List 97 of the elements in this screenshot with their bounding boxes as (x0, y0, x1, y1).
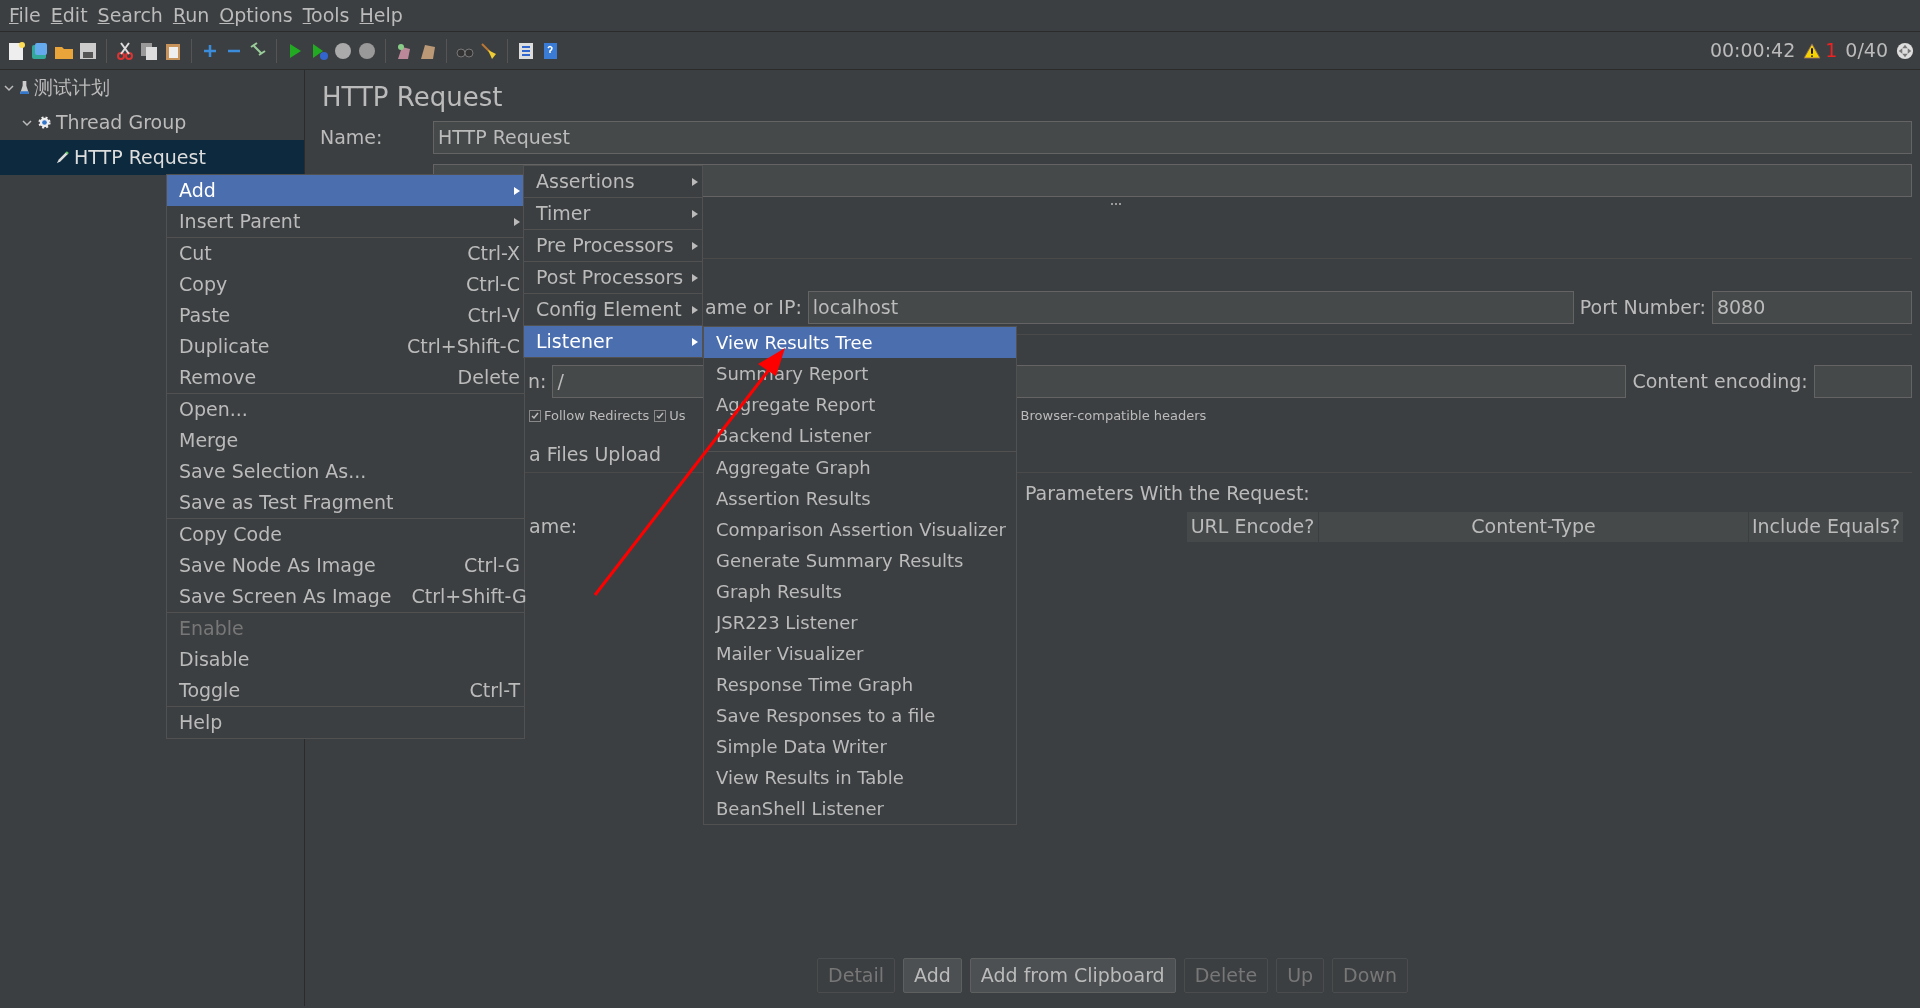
status-indicator-icon (1896, 41, 1914, 60)
shortcut-label: Ctrl-C (465, 272, 520, 298)
menu-item[interactable]: Options (214, 1, 298, 30)
pencil-icon (55, 150, 70, 165)
menu-item[interactable]: Insert Parent (167, 206, 524, 237)
menu-item[interactable]: Assertion Results (704, 483, 1016, 514)
menu-item[interactable]: Save as Test Fragment (167, 487, 524, 518)
menu-item[interactable]: Edit (45, 1, 93, 30)
menu-item[interactable]: Simple Data Writer (704, 731, 1016, 762)
menu-item[interactable]: Help (354, 1, 408, 30)
panel-title: HTTP Request (322, 81, 504, 114)
server-field[interactable]: localhost (807, 291, 1574, 324)
name-label: Name: (320, 125, 384, 151)
menu-item[interactable]: BeanShell Listener (704, 793, 1016, 824)
menu-item[interactable]: Merge (167, 425, 524, 456)
shortcut-label: Ctrl+Shift-G (410, 584, 527, 610)
menu-item[interactable]: Aggregate Graph (704, 452, 1016, 483)
checkbox-label: Follow Redirects (544, 407, 650, 425)
port-label: Port Number: (1579, 295, 1706, 321)
tree-item[interactable]: 测试计划 (34, 73, 110, 102)
menu-item[interactable]: Generate Summary Results (704, 545, 1016, 576)
templates-icon[interactable] (30, 40, 50, 61)
menu-item[interactable]: JSR223 Listener (704, 607, 1016, 638)
menu-item[interactable]: Listener (524, 326, 702, 357)
menu-item[interactable]: Run (167, 1, 215, 30)
menu-item[interactable]: Save Responses to a file (704, 700, 1016, 731)
menu-item[interactable]: Search (92, 1, 168, 30)
menu-item[interactable]: Disable (167, 644, 524, 675)
menu-item[interactable]: Save Screen As Image Ctrl+Shift-G (167, 581, 524, 612)
shutdown-icon[interactable] (357, 40, 377, 61)
menu-item[interactable]: Help (167, 707, 524, 738)
checkbox[interactable] (654, 409, 667, 422)
menu-item[interactable]: Save Selection As... (167, 456, 524, 487)
column-header[interactable]: ame: (529, 512, 578, 541)
menu-item[interactable]: Duplicate Ctrl+Shift-C (167, 331, 524, 362)
menu-item[interactable]: Tools (297, 1, 355, 30)
port-field[interactable]: 8080 (1711, 291, 1912, 324)
shortcut-label: Delete (456, 365, 520, 391)
shortcut-label: Ctrl-T (468, 678, 520, 704)
copy-icon[interactable] (139, 40, 159, 61)
menu-item[interactable]: Graph Results (704, 576, 1016, 607)
checkbox-label: Us (669, 407, 686, 425)
menu-item[interactable]: View Results Tree (704, 327, 1016, 358)
menu-item[interactable]: Assertions (524, 166, 702, 197)
gear-icon (37, 115, 52, 130)
list-icon[interactable] (516, 40, 536, 61)
menu-item[interactable]: Remove Delete (167, 362, 524, 393)
encoding-field[interactable] (1813, 365, 1912, 398)
menu-item[interactable]: Open... (167, 394, 524, 425)
menu-item[interactable]: Pre Processors (524, 230, 702, 261)
column-header[interactable]: Include Equals? (1749, 511, 1904, 542)
shortcut-label: Ctrl+Shift-C (405, 334, 520, 360)
new-file-icon[interactable] (6, 40, 26, 61)
menu-item[interactable]: Copy Code (167, 519, 524, 550)
thread-count: 0/40 (1845, 38, 1888, 64)
broom-icon[interactable] (479, 40, 499, 61)
menu-item[interactable]: Add (167, 175, 524, 206)
menu-item[interactable]: Toggle Ctrl-T (167, 675, 524, 706)
flask-icon (19, 80, 30, 95)
checkbox-label: Browser-compatible headers (1020, 407, 1207, 425)
name-field[interactable]: HTTP Request (433, 121, 1912, 154)
shortcut-label: Ctrl-G (462, 553, 520, 579)
menu-item[interactable]: File (4, 1, 46, 30)
server-label: ame or IP: (705, 295, 802, 321)
column-header[interactable]: URL Encode? (1187, 511, 1319, 542)
tree-item[interactable]: Thread Group (56, 108, 187, 137)
menu-item[interactable]: Mailer Visualizer (704, 638, 1016, 669)
menu-item[interactable]: Paste Ctrl-V (167, 300, 524, 331)
splitter-handle-icon[interactable] (1110, 202, 1122, 206)
menu-item[interactable]: Config Element (524, 294, 702, 325)
checkbox[interactable] (529, 409, 541, 422)
warning-icon[interactable] (1803, 42, 1822, 59)
menu-item[interactable]: Timer (524, 198, 702, 229)
error-count: 1 (1825, 38, 1838, 64)
menu-item[interactable]: Response Time Graph (704, 669, 1016, 700)
shortcut-label: Ctrl-X (466, 241, 520, 267)
collapse-caret-icon[interactable] (22, 117, 32, 128)
action-button[interactable]: Add (903, 958, 962, 993)
cut-icon[interactable] (115, 40, 135, 61)
column-header[interactable]: Content-Type (1319, 511, 1749, 542)
menu-item[interactable]: Save Node As Image Ctrl-G (167, 550, 524, 581)
section-label: Parameters With the Request: (1025, 481, 1310, 506)
stop-icon[interactable] (333, 40, 353, 61)
menu-item[interactable]: Cut Ctrl-X (167, 238, 524, 269)
menu-item[interactable]: Post Processors (524, 262, 702, 293)
menu-item[interactable]: Comparison Assertion Visualizer (704, 514, 1016, 545)
action-button[interactable]: Add from Clipboard (969, 958, 1176, 993)
collapse-caret-icon[interactable] (4, 82, 14, 93)
elapsed-time: 00:00:42 (1709, 38, 1796, 64)
save-icon[interactable] (78, 40, 98, 61)
encoding-label: Content encoding: (1632, 369, 1808, 395)
menu-item[interactable]: View Results in Table (704, 762, 1016, 793)
shortcut-label: Ctrl-V (466, 303, 520, 329)
files-upload-tab[interactable]: a Files Upload (529, 439, 661, 468)
path-label: n: (528, 369, 547, 395)
menu-item[interactable]: Copy Ctrl-C (167, 269, 524, 300)
menu-item[interactable]: Backend Listener (704, 420, 1016, 451)
